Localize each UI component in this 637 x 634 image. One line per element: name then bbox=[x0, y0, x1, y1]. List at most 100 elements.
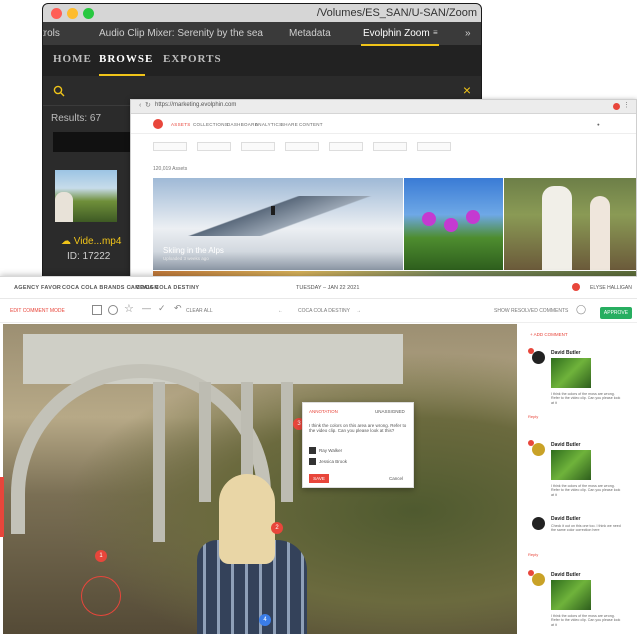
comment-author: David Butler bbox=[551, 516, 581, 522]
menu-assets[interactable]: ASSETS bbox=[171, 122, 191, 127]
comment-thumbnail[interactable] bbox=[551, 358, 591, 388]
mention-person[interactable]: Ray Walker bbox=[319, 448, 342, 453]
avatar bbox=[532, 443, 545, 456]
clear-all-button[interactable]: CLEAR ALL bbox=[186, 308, 213, 314]
menu-collections[interactable]: COLLECTIONS bbox=[193, 122, 228, 127]
asset-title: COCA COLA DESTINY bbox=[298, 308, 350, 314]
clip-id: ID: 17222 bbox=[67, 251, 111, 262]
menu-share[interactable]: SHARE bbox=[281, 122, 298, 127]
woman-subject bbox=[193, 474, 313, 634]
results-count: Results: 67 bbox=[51, 113, 102, 124]
nav-browse[interactable]: BROWSE bbox=[99, 53, 153, 65]
review-toolbar: EDIT COMMENT MODE ☆ — ✓ ↶ CLEAR ALL ← CO… bbox=[0, 299, 637, 323]
filter-tags[interactable] bbox=[241, 142, 275, 151]
approve-button[interactable]: APPROVE bbox=[600, 307, 632, 319]
rectangle-tool-icon[interactable] bbox=[92, 305, 102, 315]
panel-menu-icon[interactable]: ≡ bbox=[433, 28, 438, 37]
back-arrow-icon[interactable]: ‹ bbox=[139, 102, 141, 109]
zoom-window-button[interactable] bbox=[83, 8, 94, 19]
popup-body[interactable]: I think the colors on this area are wron… bbox=[309, 423, 409, 434]
user-name[interactable]: ELYSE HALLIGAN bbox=[590, 285, 632, 291]
main-nav: HOME BROWSE EXPORTS 🔔︎ bbox=[43, 46, 481, 109]
title-bar: /Volumes/ES_SAN/U-SAN/Zoom bbox=[43, 4, 481, 22]
menu-analytics[interactable]: ANALYTICS bbox=[255, 122, 282, 127]
asset-flowers-photo[interactable] bbox=[404, 178, 503, 270]
breadcrumb-separator: / bbox=[56, 285, 58, 291]
filter-auteur[interactable] bbox=[285, 142, 319, 151]
filter-color[interactable] bbox=[373, 142, 407, 151]
edit-comment-mode[interactable]: EDIT COMMENT MODE bbox=[10, 308, 65, 314]
annotation-pin-4[interactable]: 4 bbox=[259, 614, 271, 626]
comment-author: David Butler bbox=[551, 350, 581, 356]
show-resolved-comments[interactable]: SHOW RESOLVED COMMENTS bbox=[494, 308, 568, 314]
cancel-button[interactable]: Cancel bbox=[389, 476, 403, 481]
pen-tool-icon[interactable]: ✓ bbox=[158, 303, 166, 314]
browser-chrome: ‹ ↻ https://marketing.evolphin.com ⋮ bbox=[131, 100, 636, 114]
star-tool-icon[interactable]: ☆ bbox=[124, 302, 134, 315]
filter-button[interactable] bbox=[153, 142, 187, 151]
review-app-window: AGENCY FAVOR / COCA COLA BRANDS CAMPAIGN… bbox=[0, 276, 637, 634]
close-window-button[interactable] bbox=[51, 8, 62, 19]
annotation-pin-2[interactable]: 2 bbox=[271, 522, 283, 534]
result-header-bar bbox=[53, 132, 133, 152]
reload-icon[interactable]: ↻ bbox=[145, 101, 151, 109]
undo-icon[interactable]: ↶ bbox=[174, 303, 182, 314]
breadcrumb-agency[interactable]: AGENCY FAVOR bbox=[14, 285, 61, 291]
user-menu[interactable]: ● bbox=[597, 122, 600, 127]
menu-content[interactable]: CONTENT bbox=[299, 122, 323, 127]
add-comment-button[interactable]: + ADD COMMENT bbox=[530, 332, 568, 337]
evolphin-logo-icon[interactable] bbox=[153, 119, 163, 129]
review-top-bar: AGENCY FAVOR / COCA COLA BRANDS CAMPAIGN… bbox=[0, 277, 637, 299]
filter-product-type[interactable] bbox=[197, 142, 231, 151]
breadcrumb-separator: / bbox=[130, 285, 132, 291]
asset-subcaption: Uploaded 3 weeks ago bbox=[163, 256, 209, 261]
tab-controls[interactable]: trols bbox=[43, 28, 60, 39]
asset-skiing-photo[interactable]: Skiing in the Alps Uploaded 3 weeks ago bbox=[153, 178, 403, 270]
nav-home[interactable]: HOME bbox=[53, 53, 92, 65]
avatar bbox=[532, 573, 545, 586]
browser-menu-icon[interactable]: ⋮ bbox=[623, 101, 630, 109]
clip-name[interactable]: ☁ Vide...mp4 bbox=[61, 236, 121, 247]
tab-evolphin-zoom[interactable]: Evolphin Zoom bbox=[363, 28, 430, 39]
filter-access[interactable] bbox=[417, 142, 451, 151]
prev-asset-arrow-icon[interactable]: ← bbox=[278, 308, 283, 314]
comment-text: I think the colors of the moss are wrong… bbox=[551, 392, 621, 405]
mention-person[interactable]: Jessica Brook bbox=[319, 459, 347, 464]
overflow-chevron-icon[interactable]: » bbox=[465, 28, 471, 39]
filter-date[interactable] bbox=[329, 142, 363, 151]
comment-author: David Butler bbox=[551, 572, 581, 578]
extension-icon[interactable] bbox=[613, 103, 620, 110]
reply-link[interactable]: Reply bbox=[528, 552, 538, 557]
avatar bbox=[309, 458, 316, 465]
circle-tool-icon[interactable] bbox=[108, 305, 118, 315]
tab-bar: trols Audio Clip Mixer: Serenity by the … bbox=[43, 22, 481, 46]
clear-search-icon[interactable]: × bbox=[463, 82, 471, 98]
notification-icon[interactable] bbox=[572, 283, 580, 291]
clip-thumbnail[interactable] bbox=[55, 170, 117, 222]
line-tool-icon[interactable]: — bbox=[142, 303, 151, 313]
edge-marker bbox=[0, 477, 4, 537]
popup-status[interactable]: UNASSIGNED bbox=[375, 409, 405, 414]
next-asset-arrow-icon[interactable]: → bbox=[356, 308, 361, 314]
comment-thumbnail[interactable] bbox=[551, 580, 591, 610]
nav-exports[interactable]: EXPORTS bbox=[163, 53, 222, 65]
url-bar[interactable]: https://marketing.evolphin.com bbox=[155, 102, 236, 108]
annotation-circle[interactable] bbox=[81, 576, 121, 616]
reply-link[interactable]: Reply bbox=[528, 414, 538, 419]
chat-bubble-icon[interactable]: ◯ bbox=[576, 304, 586, 315]
annotation-pin-1[interactable]: 1 bbox=[95, 550, 107, 562]
tab-metadata[interactable]: Metadata bbox=[289, 28, 331, 39]
minimize-window-button[interactable] bbox=[67, 8, 78, 19]
asset-count: 120,019 Assets bbox=[153, 166, 188, 172]
breadcrumb-asset[interactable]: COCA COLA DESTINY bbox=[136, 285, 199, 291]
comment-popup: ANNOTATION UNASSIGNED I think the colors… bbox=[302, 402, 414, 488]
save-button[interactable]: SAVE bbox=[309, 474, 329, 483]
review-image[interactable]: 1 2 3 4 bbox=[3, 324, 517, 634]
popup-author: ANNOTATION bbox=[309, 409, 338, 414]
search-icon[interactable] bbox=[53, 85, 65, 97]
comment-thumbnail[interactable] bbox=[551, 450, 591, 480]
tab-audio-clip-mixer[interactable]: Audio Clip Mixer: Serenity by the sea bbox=[99, 28, 263, 39]
menu-dashboard[interactable]: DASHBOARD bbox=[227, 122, 258, 127]
window-path: /Volumes/ES_SAN/U-SAN/Zoom bbox=[316, 7, 477, 19]
asset-couple-photo[interactable] bbox=[504, 178, 636, 270]
